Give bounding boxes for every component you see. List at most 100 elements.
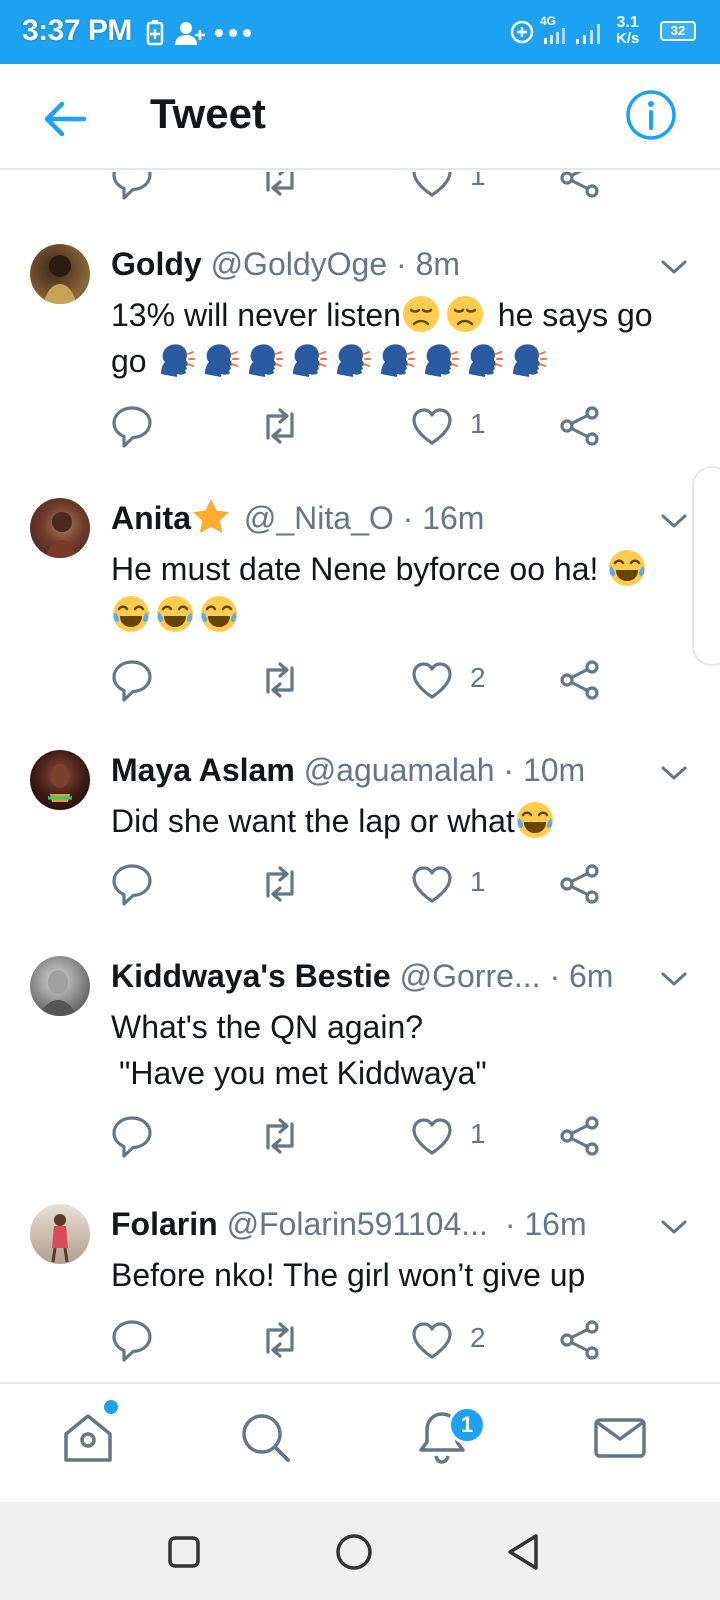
like-count: 1 (470, 866, 486, 897)
speaking-head-emoji (381, 344, 416, 377)
disappointed-face-emoji (446, 296, 483, 332)
like-count: 2 (470, 662, 486, 693)
data-saver-icon (510, 20, 534, 44)
reply-tweet[interactable]: Maya Aslam @aguamalah · 10m Did she want… (0, 750, 720, 940)
avatar[interactable] (30, 956, 90, 1016)
reply-icon[interactable] (110, 172, 154, 200)
share-icon[interactable] (558, 1114, 602, 1158)
speaking-head-emoji (337, 344, 372, 377)
chevron-down-icon[interactable] (660, 258, 688, 276)
home-icon[interactable] (58, 1408, 118, 1468)
author-name[interactable]: Anita (111, 500, 191, 536)
separator-dot: · (396, 246, 407, 282)
like-icon[interactable] (410, 404, 454, 448)
tweet-text: 13% will never listen he says go go (111, 292, 691, 384)
reply-tweet[interactable]: Folarin @Folarin591104... · 16m Before n… (0, 1204, 720, 1382)
status-bar: 3:37 PM 4G 3.1 K/s 32 (0, 0, 720, 64)
share-icon[interactable] (558, 658, 602, 702)
messages-icon[interactable] (590, 1408, 650, 1468)
separator-dot: · (504, 1206, 516, 1242)
tweet-header: Folarin @Folarin591104... · 16m (111, 1204, 587, 1244)
speaking-head-emoji (293, 344, 328, 377)
tweet-text-part: Before nko! The girl won’t give up (111, 1257, 586, 1293)
speaking-head-emoji (513, 344, 548, 377)
tweet-text-part: 13% will never listen (111, 297, 401, 333)
add-contact-icon (175, 22, 205, 45)
tweet-header: Anita @_Nita_O · 16m (111, 498, 484, 538)
recents-button[interactable] (162, 1530, 206, 1574)
tweet-actions: 2 (0, 658, 720, 702)
tweet-time[interactable]: 6m (569, 958, 613, 994)
avatar[interactable] (30, 498, 90, 558)
author-handle[interactable]: @Folarin591104... (227, 1206, 488, 1242)
share-icon[interactable] (558, 862, 602, 906)
reply-icon[interactable] (110, 658, 154, 702)
back-button[interactable] (502, 1530, 546, 1574)
avatar[interactable] (30, 750, 90, 810)
back-arrow-icon[interactable] (40, 94, 90, 144)
like-icon[interactable] (410, 172, 454, 200)
reply-tweet[interactable]: Anita @_Nita_O · 16m He must date Nene b… (0, 498, 720, 728)
avatar[interactable] (30, 1204, 90, 1264)
tweet-time[interactable]: 10m (523, 752, 585, 788)
chevron-down-icon[interactable] (660, 1218, 688, 1236)
reply-tweet[interactable]: Kiddwaya's Bestie @Gorre... · 6m What's … (0, 956, 720, 1186)
reply-icon[interactable] (110, 862, 154, 906)
author-handle[interactable]: @Gorre... (400, 958, 541, 994)
retweet-icon[interactable] (258, 404, 302, 448)
share-icon[interactable] (558, 1318, 602, 1362)
author-name[interactable]: Kiddwaya's Bestie (111, 958, 391, 994)
retweet-icon[interactable] (258, 658, 302, 702)
home-new-indicator (104, 1400, 118, 1414)
retweet-icon[interactable] (258, 172, 302, 200)
avatar[interactable] (30, 244, 90, 304)
tweet-time[interactable]: 16m (422, 500, 484, 536)
tweet-text-line: "Have you met Kiddwaya" (119, 1055, 487, 1091)
tweet-header: Goldy @GoldyOge · 8m (111, 244, 460, 284)
author-name[interactable]: Goldy (111, 246, 202, 282)
like-icon[interactable] (410, 862, 454, 906)
separator-dot: · (503, 752, 515, 788)
retweet-icon[interactable] (258, 1114, 302, 1158)
speaking-head-emoji (205, 344, 240, 377)
reply-icon[interactable] (110, 404, 154, 448)
info-icon[interactable] (624, 88, 678, 142)
partial-tweet-actions: 1 (0, 172, 720, 200)
battery-indicator: 32 (660, 21, 696, 41)
like-icon[interactable] (410, 1318, 454, 1362)
reply-icon[interactable] (110, 1114, 154, 1158)
tweet-time[interactable]: 16m (524, 1206, 586, 1242)
author-handle[interactable]: @aguamalah (304, 752, 495, 788)
author-name[interactable]: Folarin (111, 1206, 218, 1242)
retweet-icon[interactable] (258, 862, 302, 906)
speaking-head-emoji (469, 344, 504, 377)
tweet-text: Did she want the lap or what (111, 798, 691, 844)
tweet-time[interactable]: 8m (416, 246, 460, 282)
author-handle[interactable]: @GoldyOge (211, 246, 388, 282)
separator-dot: · (549, 958, 561, 994)
tears-of-joy-emoji (609, 550, 646, 586)
like-icon[interactable] (410, 1114, 454, 1158)
reply-tweet[interactable]: Goldy @GoldyOge · 8m 13% will never list… (0, 244, 720, 474)
retweet-icon[interactable] (258, 1318, 302, 1362)
edge-panel-handle[interactable] (692, 466, 720, 666)
share-icon[interactable] (558, 404, 602, 448)
search-icon[interactable] (236, 1408, 296, 1468)
like-icon[interactable] (410, 658, 454, 702)
more-dots-icon (215, 29, 251, 37)
tweet-actions: 1 (0, 1114, 720, 1158)
tweet-header: Maya Aslam @aguamalah · 10m (111, 750, 585, 790)
page-title: Tweet (150, 90, 266, 137)
tweet-header: Kiddwaya's Bestie @Gorre... · 6m (111, 956, 613, 996)
tweet-actions: 1 (0, 862, 720, 906)
chevron-down-icon[interactable] (660, 512, 688, 530)
chevron-down-icon[interactable] (660, 764, 688, 782)
share-icon[interactable] (558, 172, 602, 200)
tweet-replies-feed[interactable]: 1 Goldy @GoldyOge · 8m 13% will never li… (0, 172, 720, 1382)
reply-icon[interactable] (110, 1318, 154, 1362)
tears-of-joy-emoji (201, 596, 237, 632)
chevron-down-icon[interactable] (660, 970, 688, 988)
author-name[interactable]: Maya Aslam (111, 752, 295, 788)
author-handle[interactable]: @_Nita_O (244, 500, 394, 536)
home-button[interactable] (332, 1530, 376, 1574)
